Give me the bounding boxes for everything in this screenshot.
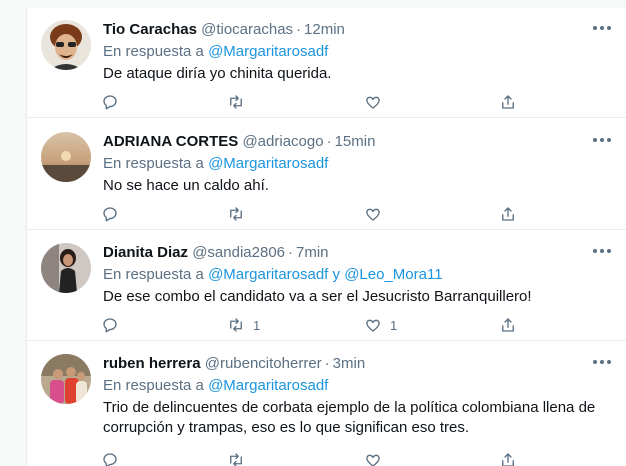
tweet[interactable]: ruben herrera @rubencitoherrer · 3min En r… (27, 342, 626, 466)
avatar[interactable] (41, 20, 91, 70)
reply-icon (103, 318, 117, 333)
tweet-text: Trio de delincuentes de corbata ejemplo … (103, 399, 596, 436)
avatar-image (41, 354, 91, 404)
reply-feed: Tio Carachas @tiocarachas · 12min En respu… (26, 8, 626, 466)
reply-prefix: En respuesta a (103, 266, 209, 283)
more-options-button[interactable] (593, 358, 611, 366)
avatar[interactable] (41, 132, 91, 182)
share-button[interactable] (499, 92, 517, 112)
mention-link[interactable]: @Margaritarosadf (208, 266, 328, 283)
avatar[interactable] (41, 354, 91, 404)
reply-button[interactable] (101, 92, 119, 112)
reply-button[interactable] (101, 315, 119, 335)
mention-link[interactable]: @Margaritarosadf (208, 43, 328, 60)
share-icon (502, 453, 514, 466)
reply-button[interactable] (101, 204, 119, 224)
more-dots-icon (593, 26, 597, 30)
tweet-text: De ese combo el candidato va a ser el Je… (103, 288, 532, 305)
mention-link[interactable]: @Leo_Mora11 (344, 266, 442, 283)
reply-context: En respuesta a @Margaritarosadf y @Leo_M… (103, 265, 615, 285)
tweet[interactable]: Dianita Diaz @sandia2806 · 7min En respues… (27, 231, 626, 341)
retweet-icon (230, 453, 242, 466)
author-handle[interactable]: @sandia2806 (192, 244, 285, 261)
tweet-time[interactable]: 7min (296, 244, 329, 261)
reply-prefix: En respuesta a (103, 377, 209, 394)
tweet-time[interactable]: 12min (304, 21, 345, 38)
heart-icon (366, 454, 380, 466)
author-handle[interactable]: @tiocarachas (201, 21, 293, 38)
tweet-text: De ataque diría yo chinita querida. (103, 65, 332, 82)
author-name[interactable]: Dianita Diaz (103, 244, 188, 261)
retweet-icon (230, 207, 242, 221)
more-dots-icon (593, 138, 597, 142)
author-handle[interactable]: @adriacogo (242, 133, 323, 150)
share-button[interactable] (499, 450, 517, 466)
tweet-actions (93, 450, 533, 466)
more-dots-icon (593, 360, 597, 364)
share-button[interactable] (499, 315, 517, 335)
heart-icon (366, 319, 380, 332)
separator-dot: · (326, 133, 332, 150)
share-button[interactable] (499, 204, 517, 224)
more-options-button[interactable] (593, 247, 611, 255)
more-dots-icon (593, 249, 597, 253)
reply-icon (103, 453, 117, 466)
tweet-actions (93, 92, 533, 112)
reply-prefix: En respuesta a (103, 155, 209, 172)
separator-dot: · (296, 21, 302, 38)
more-options-button[interactable] (593, 136, 611, 144)
author-name[interactable]: ADRIANA CORTES (103, 133, 238, 150)
retweet-icon (230, 95, 242, 109)
reply-icon (103, 95, 117, 110)
author-name[interactable]: Tio Carachas (103, 21, 197, 38)
reply-icon (103, 207, 117, 222)
author-handle[interactable]: @rubencitoherrer (205, 355, 322, 372)
tweet-time[interactable]: 15min (335, 133, 376, 150)
like-button[interactable]: 1 (364, 315, 397, 335)
like-button[interactable] (364, 204, 390, 224)
reply-context: En respuesta a @Margaritarosadf (103, 376, 615, 396)
reply-context: En respuesta a @Margaritarosadf (103, 154, 615, 174)
reply-context: En respuesta a @Margaritarosadf (103, 42, 615, 62)
separator-dot: · (324, 355, 330, 372)
separator-dot: · (288, 244, 294, 261)
retweet-button[interactable]: 1 (227, 315, 260, 335)
retweet-count: 1 (253, 317, 261, 333)
more-options-button[interactable] (593, 24, 611, 32)
share-icon (502, 95, 514, 109)
like-button[interactable] (364, 92, 390, 112)
avatar[interactable] (41, 243, 91, 293)
author-name[interactable]: ruben herrera (103, 355, 201, 372)
tweet-text: No se hace un caldo ahí. (103, 177, 269, 194)
mention-link[interactable]: @Margaritarosadf (208, 377, 328, 394)
like-count: 1 (390, 317, 398, 333)
heart-icon (366, 208, 380, 221)
heart-icon (366, 96, 380, 109)
retweet-icon (230, 318, 242, 332)
mention-link[interactable]: @Margaritarosadf (208, 155, 328, 172)
tweet-actions (93, 204, 533, 224)
tweet[interactable]: Tio Carachas @tiocarachas · 12min En respu… (27, 8, 626, 118)
tweet-actions: 1 1 (93, 315, 533, 335)
retweet-button[interactable] (227, 450, 253, 466)
tweet-time[interactable]: 3min (333, 355, 366, 372)
retweet-button[interactable] (227, 92, 253, 112)
like-button[interactable] (364, 450, 390, 466)
avatar-image (41, 20, 91, 70)
avatar-image (41, 132, 91, 182)
retweet-button[interactable] (227, 204, 253, 224)
avatar-image (41, 243, 91, 293)
mention-joiner: y (328, 266, 345, 283)
tweet[interactable]: ADRIANA CORTES @adriacogo · 15min En respu… (27, 120, 626, 230)
share-icon (502, 207, 514, 221)
share-icon (502, 318, 514, 332)
reply-prefix: En respuesta a (103, 43, 209, 60)
reply-button[interactable] (101, 450, 119, 466)
